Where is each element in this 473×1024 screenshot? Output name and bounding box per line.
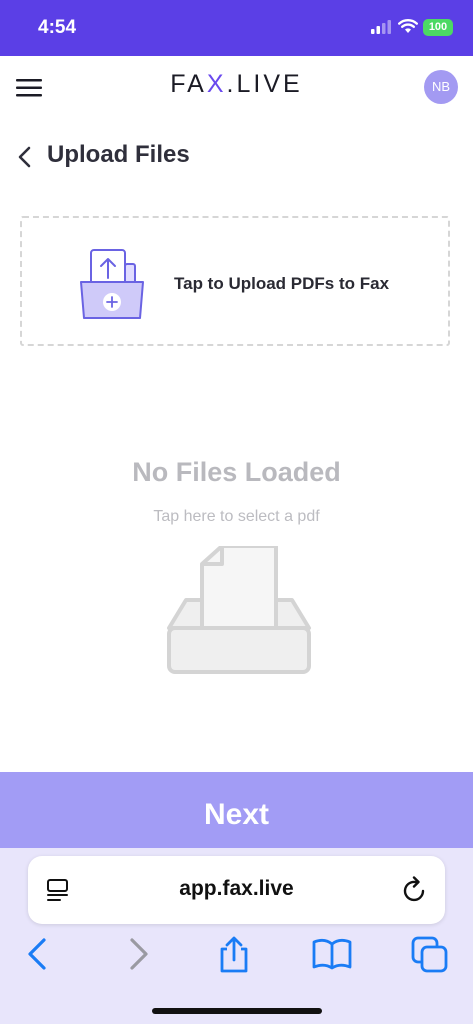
share-icon[interactable] [217,936,251,974]
back-arrow-icon[interactable] [25,936,49,972]
app-logo: FAX.LIVE [0,70,473,99]
upload-dropzone[interactable]: Tap to Upload PDFs to Fax [20,216,450,346]
home-indicator [152,1008,322,1014]
battery-indicator: 100 [423,19,453,36]
upload-label: Tap to Upload PDFs to Fax [174,274,390,293]
wifi-icon [398,19,418,33]
logo-x: X [206,70,227,98]
status-bar: 4:54 100 [0,0,473,56]
empty-inbox-illustration[interactable] [166,546,312,676]
status-time: 4:54 [38,17,77,38]
tabs-icon[interactable] [411,936,449,974]
address-bar[interactable]: app.fax.live [28,856,445,924]
logo-suffix: .LIVE [226,70,303,98]
user-avatar[interactable]: NB [424,70,458,104]
bookmarks-icon[interactable] [312,936,352,972]
app-header: FAX.LIVE NB [0,56,473,120]
cellular-signal-icon [371,20,391,34]
back-chevron-icon[interactable] [17,146,33,168]
empty-state-title: No Files Loaded [132,457,341,487]
logo-prefix: FA [170,70,207,98]
url-text: app.fax.live [179,877,294,900]
upload-folder-icon [80,249,144,319]
empty-state-subtitle[interactable]: Tap here to select a pdf [0,508,473,526]
page-title: Upload Files [47,141,190,168]
reload-icon[interactable] [402,876,428,904]
next-button[interactable]: Next [0,772,473,848]
forward-arrow-icon[interactable] [127,936,151,972]
